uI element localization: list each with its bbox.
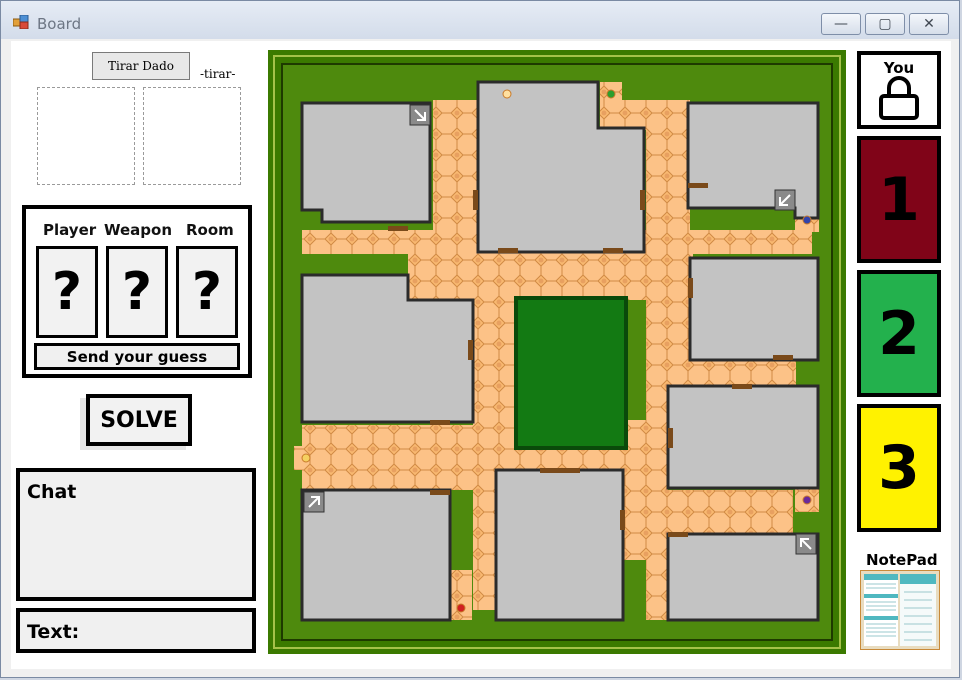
weapon-label: Weapon: [104, 221, 173, 239]
lock-icon: [879, 76, 919, 120]
weapon-card[interactable]: ?: [106, 246, 168, 338]
send-guess-button[interactable]: Send your guess: [34, 343, 240, 370]
roll-status-label: -tirar-: [200, 67, 236, 81]
arrow-up-left-icon: [795, 533, 817, 555]
app-icon: [13, 15, 29, 29]
solve-button[interactable]: SOLVE: [86, 394, 192, 446]
chat-label: Chat: [27, 481, 77, 503]
game-board[interactable]: [268, 50, 846, 654]
roll-dice-button[interactable]: Tirar Dado: [92, 52, 190, 80]
player-2-number: 2: [878, 298, 920, 369]
die-1: [37, 87, 135, 185]
arrow-up-right-icon: [303, 491, 325, 513]
text-label: Text:: [27, 621, 80, 643]
arrow-down-right-icon: [409, 104, 431, 126]
player-2[interactable]: 2: [857, 270, 941, 397]
player-3-number: 3: [878, 433, 920, 503]
center-envelope: [514, 296, 628, 450]
notepad-label: NotePad: [866, 551, 938, 569]
guess-panel: Player Weapon Room ? ? ? Send your guess: [22, 205, 252, 378]
die-2: [143, 87, 241, 185]
minimize-button[interactable]: —: [821, 13, 861, 35]
title-bar: Board — ▢ ✕: [1, 1, 959, 39]
arrow-down-left-icon: [774, 189, 796, 211]
player-you[interactable]: You: [857, 51, 941, 129]
text-input[interactable]: Text:: [16, 608, 256, 653]
chat-panel: Chat: [16, 468, 256, 601]
player-label: Player: [43, 221, 97, 239]
player-3[interactable]: 3: [857, 404, 941, 532]
player-1-number: 1: [878, 164, 920, 235]
room-top-right: [686, 101, 820, 220]
notepad-icon[interactable]: [860, 570, 940, 650]
room-right: [688, 256, 820, 362]
room-right-lower: [666, 384, 820, 490]
you-label: You: [883, 59, 915, 77]
room-label: Room: [186, 221, 234, 239]
maximize-button[interactable]: ▢: [865, 13, 905, 35]
close-button[interactable]: ✕: [909, 13, 949, 35]
player-1[interactable]: 1: [857, 136, 941, 263]
room-card[interactable]: ?: [176, 246, 238, 338]
player-card[interactable]: ?: [36, 246, 98, 338]
window-title: Board: [37, 15, 82, 33]
room-bottom-center: [494, 468, 625, 622]
